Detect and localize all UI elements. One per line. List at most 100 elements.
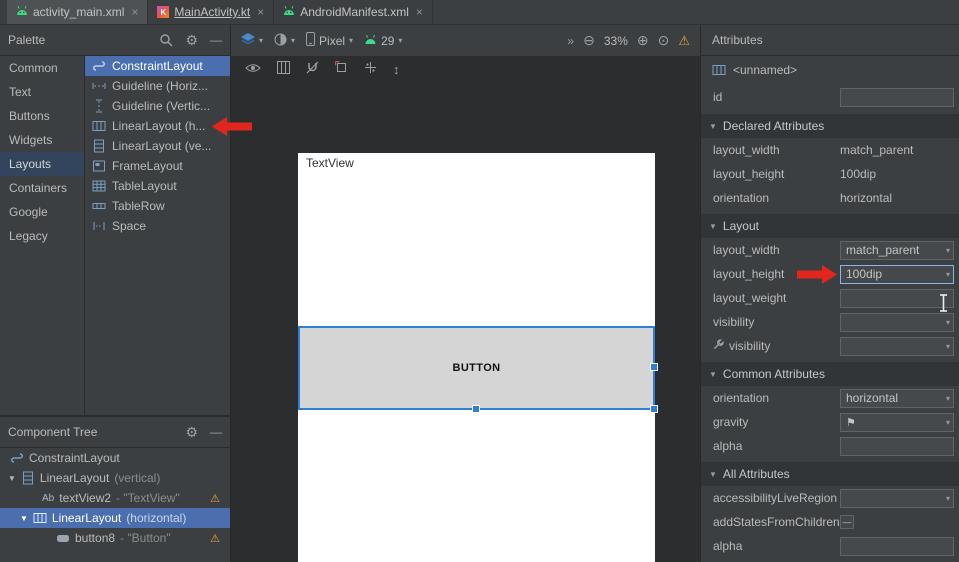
align-constraints-icon[interactable] (364, 61, 377, 77)
palette-item-tablelayout[interactable]: TableLayout (85, 176, 230, 196)
attr-value-layout-width[interactable]: match_parent (840, 143, 954, 157)
palette-item-linearlayout-vertical[interactable]: LinearLayout (ve... (85, 136, 230, 156)
tree-item-button8[interactable]: button8- "Button" ⚠ (0, 528, 230, 548)
gravity-select[interactable]: ⚑▾ (840, 413, 954, 432)
visibility-select[interactable]: ▾ (840, 313, 954, 332)
close-icon[interactable]: × (416, 5, 423, 19)
blueprint-toggle-icon[interactable] (277, 61, 290, 77)
palette-item-tablerow[interactable]: TableRow (85, 196, 230, 216)
layout-height-select[interactable]: 100dip▾ (840, 265, 954, 284)
palette-category-text[interactable]: Text (0, 80, 84, 104)
id-input[interactable] (840, 88, 954, 107)
default-margins-icon[interactable] (335, 61, 348, 77)
gear-icon[interactable]: ⚙ (185, 424, 198, 441)
view-options-eye-icon[interactable] (245, 62, 261, 76)
addstatesfromchildren-checkbox[interactable]: — (840, 515, 854, 529)
component-name: <unnamed> (733, 63, 797, 77)
kotlin-file-icon: K (157, 6, 169, 18)
palette-item-guideline-vertical[interactable]: Guideline (Vertic... (85, 96, 230, 116)
warning-icon[interactable]: ⚠ (678, 33, 690, 49)
linearlayout-horizontal-icon (712, 63, 726, 77)
palette-panel: Palette ⚙ — Common Text Buttons Widgets … (0, 25, 230, 416)
api-level-selector[interactable]: 29 ▾ (364, 34, 402, 48)
palette-item-label: Space (112, 219, 146, 233)
attr-value-layout-height[interactable]: 100dip (840, 167, 954, 181)
selected-linearlayout[interactable]: BUTTON (298, 326, 655, 410)
dropdown-arrow-icon: ▾ (398, 36, 402, 45)
zoom-to-fit-icon[interactable]: ⊙ (658, 32, 670, 49)
gear-icon[interactable]: ⚙ (185, 32, 198, 49)
warning-icon[interactable]: ⚠ (210, 532, 220, 545)
palette-item-constraintlayout[interactable]: ConstraintLayout (85, 56, 230, 76)
guideline-vertical-icon (92, 99, 106, 113)
layout-weight-input[interactable] (840, 289, 954, 308)
palette-category-common[interactable]: Common (0, 56, 84, 80)
accessibilityliveregion-select[interactable]: ▾ (840, 489, 954, 508)
tree-item-linearlayout-vertical[interactable]: ▼ LinearLayout(vertical) (0, 468, 230, 488)
space-icon (92, 219, 106, 233)
chevron-down-icon[interactable]: ▼ (20, 514, 28, 523)
palette-category-containers[interactable]: Containers (0, 176, 84, 200)
chevron-down-icon: ▼ (709, 370, 717, 379)
toolbar-overflow-icon[interactable]: » (567, 34, 574, 48)
layout-width-select[interactable]: match_parent▾ (840, 241, 954, 260)
flag-icon: ⚑ (846, 416, 856, 429)
attr-label-accessibilityliveregion: accessibilityLiveRegion (713, 491, 840, 505)
attr-label-visibility: visibility (713, 315, 840, 329)
resize-handle-bottom[interactable] (472, 405, 480, 413)
design-surface-selector[interactable]: ▾ (241, 33, 263, 49)
zoom-level-label: 33% (604, 34, 628, 48)
palette-item-linearlayout-horizontal[interactable]: LinearLayout (h... (85, 116, 230, 136)
search-icon[interactable] (159, 33, 173, 47)
tools-visibility-select[interactable]: ▾ (840, 337, 954, 356)
palette-category-google[interactable]: Google (0, 200, 84, 224)
warning-icon[interactable]: ⚠ (210, 492, 220, 505)
tab-mainactivity-kt[interactable]: K MainActivity.kt × (148, 0, 274, 24)
device-screen-preview[interactable]: TextView BUTTON (298, 153, 655, 562)
textview-widget[interactable]: TextView (306, 156, 354, 170)
component-tree-header: Component Tree ⚙ — (0, 417, 230, 448)
tab-activity-main-xml[interactable]: activity_main.xml × (7, 0, 148, 24)
alpha-input[interactable] (840, 537, 954, 556)
alpha-input[interactable] (840, 437, 954, 456)
tree-item-label: LinearLayout (52, 511, 121, 525)
tree-item-linearlayout-horizontal[interactable]: ▼ LinearLayout(horizontal) (0, 508, 230, 528)
minimize-icon[interactable]: — (210, 425, 222, 439)
attr-label-tools-visibility: visibility (729, 339, 770, 353)
device-selector[interactable]: Pixel ▾ (306, 32, 353, 49)
palette-item-framelayout[interactable]: FrameLayout (85, 156, 230, 176)
section-declared-attributes[interactable]: ▼ Declared Attributes (701, 114, 959, 138)
section-all-attributes[interactable]: ▼ All Attributes (701, 462, 959, 486)
tree-item-constraintlayout[interactable]: ConstraintLayout (0, 448, 230, 468)
dropdown-arrow-icon: ▾ (946, 342, 950, 351)
resize-handle-right[interactable] (650, 363, 658, 371)
close-icon[interactable]: × (257, 5, 264, 19)
orientation-select[interactable]: horizontal▾ (840, 389, 954, 408)
palette-item-space[interactable]: Space (85, 216, 230, 236)
attr-value-orientation[interactable]: horizontal (840, 191, 954, 205)
theme-selector[interactable]: ▾ (274, 33, 295, 49)
minimize-icon[interactable]: — (210, 33, 222, 47)
palette-category-buttons[interactable]: Buttons (0, 104, 84, 128)
dropdown-arrow-icon: ▾ (946, 418, 950, 427)
attr-label-layout-weight: layout_weight (713, 291, 840, 305)
close-icon[interactable]: × (131, 5, 138, 19)
tree-item-textview2[interactable]: Ab textView2- "TextView" ⚠ (0, 488, 230, 508)
section-layout[interactable]: ▼ Layout (701, 214, 959, 238)
palette-item-guideline-horizontal[interactable]: Guideline (Horiz... (85, 76, 230, 96)
palette-category-layouts[interactable]: Layouts (0, 152, 84, 176)
chevron-down-icon[interactable]: ▼ (8, 474, 16, 483)
button-widget[interactable]: BUTTON (452, 362, 500, 374)
resize-handle-bottom-right[interactable] (650, 405, 658, 413)
zoom-in-icon[interactable]: ⊕ (637, 32, 649, 49)
palette-category-legacy[interactable]: Legacy (0, 224, 84, 248)
design-toolbar: ▾ ▾ Pixel ▾ 29 ▾ » ⊖ 33% ⊕ ⊙ (231, 25, 700, 56)
palette-category-widgets[interactable]: Widgets (0, 128, 84, 152)
section-common-attributes[interactable]: ▼ Common Attributes (701, 362, 959, 386)
zoom-out-icon[interactable]: ⊖ (583, 32, 595, 49)
linearlayout-vertical-icon (21, 471, 35, 485)
autoconnect-off-magnet-icon[interactable] (306, 61, 319, 77)
chevron-down-icon: ▼ (709, 222, 717, 231)
tab-androidmanifest-xml[interactable]: AndroidManifest.xml × (274, 0, 433, 24)
expand-vertical-icon[interactable]: ↕ (393, 62, 400, 77)
